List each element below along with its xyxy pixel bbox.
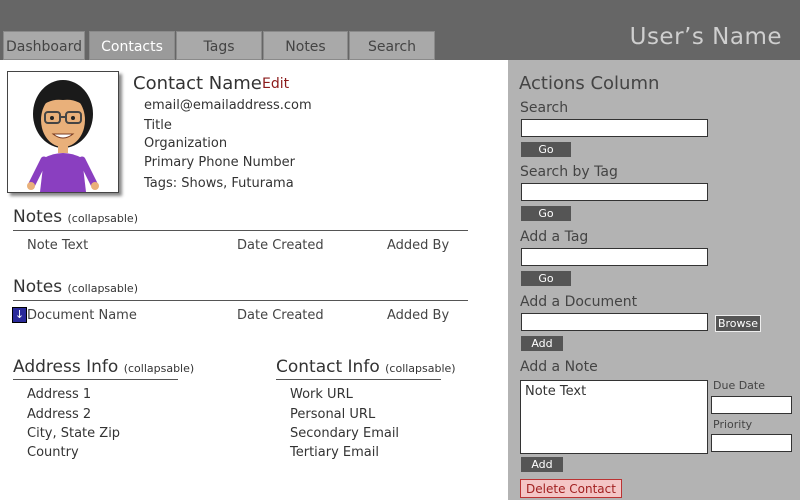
note-text-area[interactable]: Note Text [520, 380, 708, 454]
add-note-label: Add a Note [520, 359, 598, 375]
user-name[interactable]: User’s Name [630, 24, 782, 50]
contact-organization: Organization [144, 136, 228, 151]
actions-column-title: Actions Column [519, 73, 660, 94]
tab-dashboard[interactable]: Dashboard [3, 31, 85, 60]
priority-label: Priority [713, 418, 753, 431]
top-bar: Dashboard Contacts Tags Notes Search Use… [0, 0, 800, 60]
search-by-tag-input[interactable] [521, 183, 708, 201]
search-by-tag-label: Search by Tag [520, 164, 618, 180]
tab-notes[interactable]: Notes [263, 31, 348, 60]
contact-tags: Tags: Shows, Futurama [144, 176, 294, 191]
priority-input[interactable] [711, 434, 792, 452]
contact-info-title-text: Contact Info [276, 357, 380, 377]
notes-divider [13, 230, 468, 231]
notes-section-title-text: Notes [13, 207, 63, 227]
address-line-2: Address 2 [27, 407, 92, 422]
notes-col-note-text: Note Text [27, 238, 89, 253]
tertiary-email[interactable]: Tertiary Email [290, 445, 379, 460]
add-tag-go-button[interactable]: Go [521, 271, 571, 286]
due-date-input[interactable] [711, 396, 792, 414]
documents-section-title[interactable]: Notes (collapsable) [13, 277, 138, 297]
contact-email[interactable]: email@emailaddress.com [144, 98, 312, 113]
browse-button[interactable]: Browse [715, 315, 761, 332]
actions-column: Actions Column Search Go Search by Tag G… [508, 60, 800, 500]
add-tag-label: Add a Tag [520, 229, 589, 245]
documents-divider [13, 300, 468, 301]
documents-collapsable-note: (collapsable) [67, 282, 138, 295]
personal-url[interactable]: Personal URL [290, 407, 375, 422]
tab-search[interactable]: Search [349, 31, 435, 60]
delete-contact-button[interactable]: Delete Contact [520, 479, 622, 498]
due-date-label: Due Date [713, 379, 765, 392]
search-input[interactable] [521, 119, 708, 137]
contact-info-title[interactable]: Contact Info (collapsable) [276, 357, 456, 377]
search-label: Search [520, 100, 569, 116]
documents-col-document-name: Document Name [27, 308, 137, 323]
notes-col-added-by: Added By [387, 238, 450, 253]
add-document-label: Add a Document [520, 294, 638, 310]
download-arrow-icon[interactable]: ↓ [12, 307, 27, 323]
contact-info-collapsable-note: (collapsable) [385, 362, 456, 375]
contact-detail-panel: Contact Name Edit email@emailaddress.com… [0, 60, 508, 500]
contact-avatar [7, 71, 119, 193]
documents-col-date-created: Date Created [237, 308, 324, 323]
notes-section-title[interactable]: Notes (collapsable) [13, 207, 138, 227]
work-url[interactable]: Work URL [290, 387, 353, 402]
avatar-illustration [27, 80, 99, 192]
contact-phone: Primary Phone Number [144, 155, 295, 170]
edit-contact-link[interactable]: Edit [262, 76, 289, 92]
contact-info-divider [276, 379, 441, 380]
search-go-button[interactable]: Go [521, 142, 571, 157]
address-info-title[interactable]: Address Info (collapsable) [13, 357, 194, 377]
contact-title: Title [144, 118, 172, 133]
address-line-1: Address 1 [27, 387, 92, 402]
address-country: Country [27, 445, 79, 460]
notes-col-date-created: Date Created [237, 238, 324, 253]
add-note-button[interactable]: Add [521, 457, 563, 472]
add-tag-input[interactable] [521, 248, 708, 266]
address-info-title-text: Address Info [13, 357, 119, 377]
address-collapsable-note: (collapsable) [123, 362, 195, 375]
address-city-state-zip: City, State Zip [27, 426, 121, 441]
tab-contacts[interactable]: Contacts [89, 31, 175, 60]
secondary-email[interactable]: Secondary Email [290, 426, 399, 441]
tab-tags[interactable]: Tags [176, 31, 262, 60]
contact-name: Contact Name [133, 73, 262, 94]
add-document-input[interactable] [521, 313, 708, 331]
documents-col-added-by: Added By [387, 308, 450, 323]
search-by-tag-go-button[interactable]: Go [521, 206, 571, 221]
documents-section-title-text: Notes [13, 277, 63, 297]
address-divider [13, 379, 178, 380]
add-document-button[interactable]: Add [521, 336, 563, 351]
notes-collapsable-note: (collapsable) [67, 212, 138, 225]
